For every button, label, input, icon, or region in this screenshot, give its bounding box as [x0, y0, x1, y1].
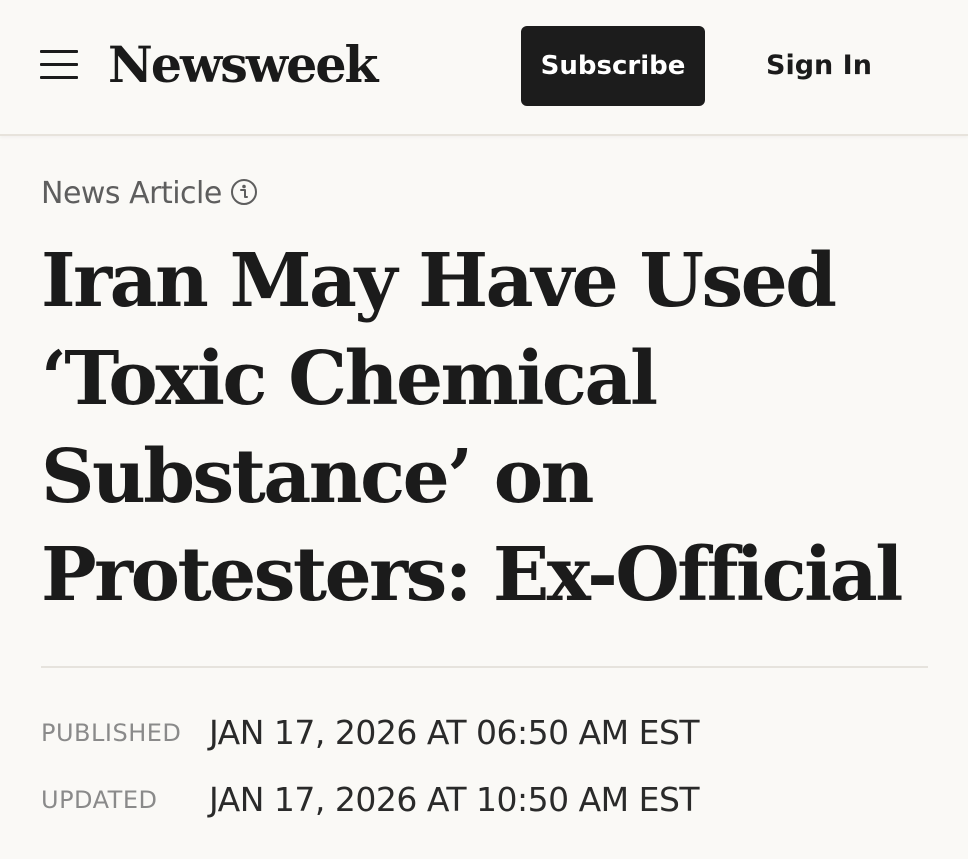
headline-line: ‘Toxic Chemical: [41, 336, 658, 422]
article-kicker: News Article: [41, 174, 258, 214]
published-date: JAN 17, 2026 AT 06:50 AM EST: [209, 713, 700, 752]
info-circle-icon[interactable]: [230, 178, 258, 206]
site-header: Newsweek Subscribe Sign In: [0, 0, 968, 136]
article-headline: Iran May Have Used ‘Toxic Chemical Subst…: [41, 232, 941, 624]
menu-bar: [40, 50, 78, 53]
published-label: PUBLISHED: [41, 719, 182, 747]
divider: [41, 666, 928, 668]
updated-label: UPDATED: [41, 786, 158, 814]
sign-in-link[interactable]: Sign In: [766, 46, 872, 86]
headline-line: Protesters: Ex-Official: [41, 532, 903, 618]
updated-date: JAN 17, 2026 AT 10:50 AM EST: [209, 780, 700, 819]
headline-line: Substance’ on: [41, 434, 594, 520]
hamburger-menu-icon[interactable]: [40, 48, 78, 82]
headline-line: Iran May Have Used: [41, 238, 837, 324]
subscribe-button[interactable]: Subscribe: [521, 26, 705, 106]
menu-bar: [40, 63, 78, 66]
newsweek-logo[interactable]: Newsweek: [108, 30, 378, 100]
menu-bar: [40, 76, 78, 79]
kicker-label: News Article: [41, 176, 222, 211]
